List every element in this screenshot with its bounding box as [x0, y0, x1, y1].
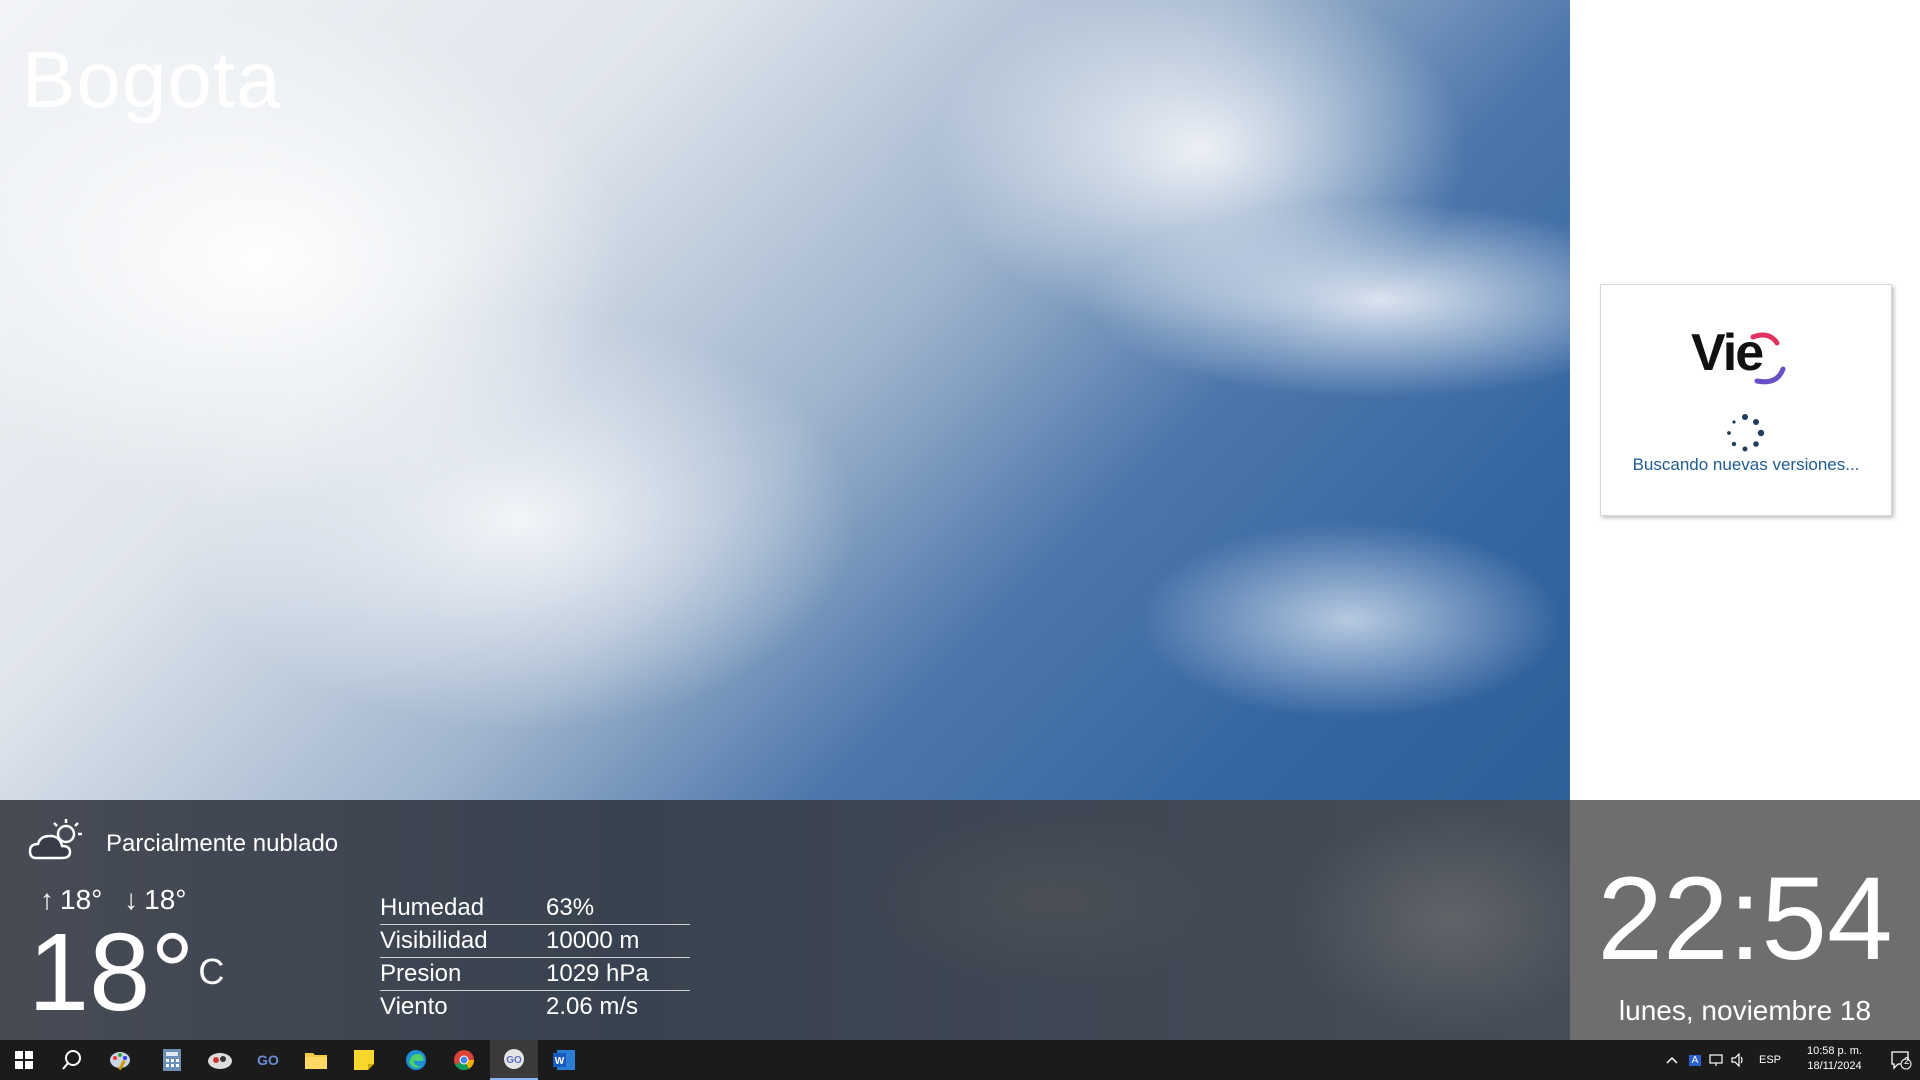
clock-time: 22:54	[1597, 853, 1893, 985]
word-icon[interactable]: W	[540, 1040, 588, 1080]
weather-condition: Parcialmente nublado	[106, 830, 339, 857]
language-indicator[interactable]: ESP	[1754, 1040, 1786, 1080]
update-dialog: Vie Buscando nuevas versiones...	[1600, 284, 1892, 516]
sticky-notes-icon[interactable]	[340, 1040, 388, 1080]
paint-icon[interactable]	[96, 1040, 144, 1080]
calculator-icon[interactable]	[148, 1040, 196, 1080]
clock-date: lunes, noviembre 18	[1618, 995, 1872, 1026]
weather-bar: Parcialmente nublado ↑ 18° ↓ 18° 18° C Hume…	[0, 800, 1570, 1040]
edge-icon[interactable]	[392, 1040, 440, 1080]
city-name: Bogota	[22, 35, 282, 124]
volume-icon[interactable]	[1728, 1040, 1750, 1080]
go-app-icon[interactable]: GO	[244, 1040, 292, 1080]
search-icon[interactable]	[48, 1040, 96, 1080]
current-temperature: 18° C	[28, 911, 225, 1034]
input-indicator-icon[interactable]: A	[1684, 1040, 1706, 1080]
go-app-active-icon[interactable]: GO	[490, 1040, 538, 1080]
chevron-up-icon[interactable]	[1660, 1040, 1684, 1080]
windows-start-icon[interactable]	[0, 1040, 48, 1080]
detail-row: Viento 2.06 m/s	[380, 993, 639, 1020]
detail-row: Humedad 63%	[380, 892, 690, 925]
detail-row: Presion 1029 hPa	[380, 958, 690, 991]
app-icon[interactable]	[196, 1040, 244, 1080]
notification-center-icon[interactable]: 2	[1882, 1040, 1920, 1080]
partly-cloudy-icon	[28, 819, 82, 860]
weather-details: Humedad 63% Visibilidad 10000 m Presion 102…	[380, 892, 690, 1023]
notification-count: 2	[1904, 1056, 1910, 1067]
file-explorer-icon[interactable]	[292, 1040, 340, 1080]
svg-text:W: W	[555, 1056, 565, 1067]
detail-row: Visibilidad 10000 m	[380, 925, 690, 958]
update-status-text: Buscando nuevas versiones...	[1632, 455, 1860, 474]
clock-panel: 22:54 lunes, noviembre 18	[1570, 800, 1920, 1040]
svg-text:GO: GO	[506, 1055, 522, 1066]
taskbar: GO GO W A ESP 10:58 p. m. 18/11/2024 2	[0, 1040, 1920, 1080]
taskbar-clock[interactable]: 10:58 p. m. 18/11/2024	[1807, 1044, 1862, 1074]
chrome-icon[interactable]	[440, 1040, 488, 1080]
loading-spinner-icon	[1727, 414, 1765, 452]
network-icon[interactable]	[1706, 1040, 1728, 1080]
app-logo: Vie	[1691, 323, 1801, 393]
